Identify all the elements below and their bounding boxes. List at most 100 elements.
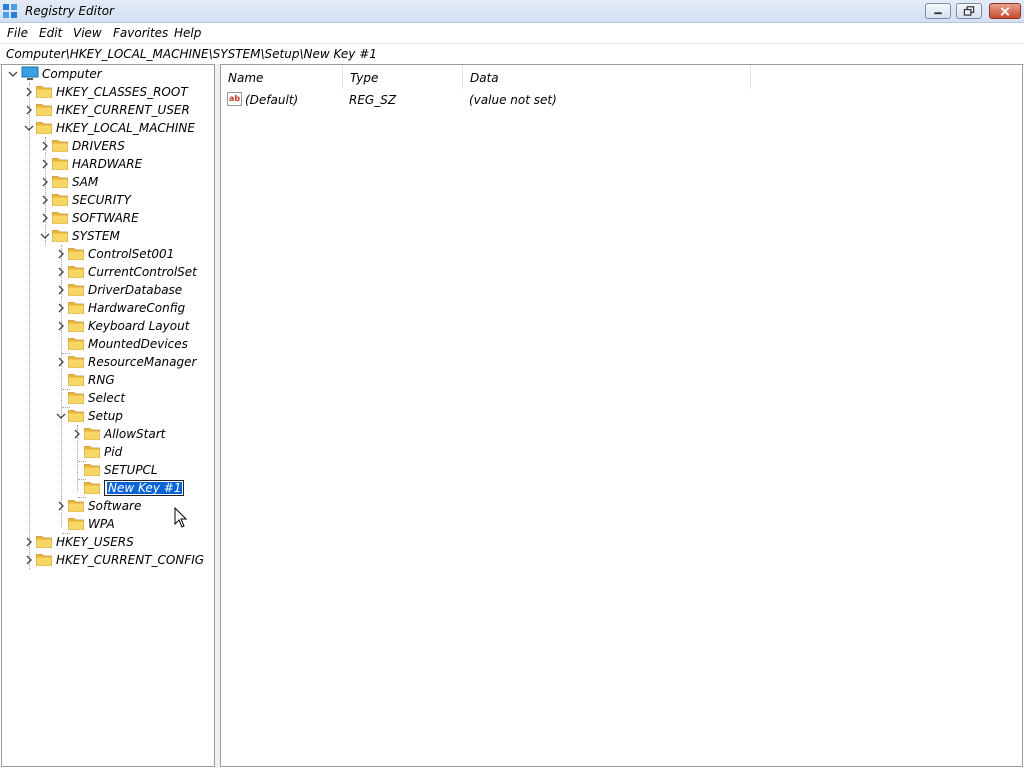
menu-view[interactable]: View: [73, 26, 102, 40]
tree-label: SAM: [72, 175, 99, 189]
chevron-right-icon[interactable]: [56, 303, 66, 313]
address-bar[interactable]: Computer\HKEY_LOCAL_MACHINE\SYSTEM\Setup…: [0, 43, 1024, 65]
tree-node-system[interactable]: SYSTEM: [2, 227, 214, 245]
tree-node-sam[interactable]: SAM: [2, 173, 214, 191]
chevron-right-icon[interactable]: [24, 105, 34, 115]
folder-icon: [84, 428, 100, 440]
key-tree[interactable]: Computer HKEY_CLASSES_ROOT HKEY_CURRENT_U…: [1, 64, 215, 767]
chevron-right-icon[interactable]: [40, 159, 50, 169]
tree-node-software[interactable]: SOFTWARE: [2, 209, 214, 227]
chevron-down-icon[interactable]: [56, 411, 66, 421]
chevron-right-icon[interactable]: [24, 537, 34, 547]
tree-node-rng[interactable]: RNG: [2, 371, 214, 389]
folder-icon: [52, 230, 68, 242]
column-header-name[interactable]: Name: [221, 65, 343, 89]
tree-label: SYSTEM: [72, 229, 120, 243]
tree-node-select[interactable]: Select: [2, 389, 214, 407]
tree-label: Keyboard Layout: [88, 319, 190, 333]
tree-node-hku[interactable]: HKEY_USERS: [2, 533, 214, 551]
chevron-right-icon[interactable]: [56, 285, 66, 295]
chevron-down-icon[interactable]: [24, 123, 34, 133]
menu-bar: File Edit View Favorites Help: [0, 23, 1024, 42]
column-header-type[interactable]: Type: [343, 65, 463, 89]
tree-label: WPA: [88, 517, 115, 531]
tree-node-setupcl[interactable]: SETUPCL: [2, 461, 214, 479]
folder-icon: [68, 248, 84, 260]
tree-label: HKEY_CLASSES_ROOT: [56, 85, 188, 99]
close-icon: [1000, 7, 1010, 16]
chevron-right-icon[interactable]: [56, 249, 66, 259]
chevron-right-icon[interactable]: [72, 429, 82, 439]
close-button[interactable]: [989, 3, 1021, 19]
tree-label: HARDWARE: [72, 157, 143, 171]
chevron-down-icon[interactable]: [8, 69, 18, 79]
menu-favorites[interactable]: Favorites: [113, 26, 168, 40]
tree-label: MountedDevices: [88, 337, 188, 351]
chevron-down-icon[interactable]: [40, 231, 50, 241]
tree-label: HardwareConfig: [88, 301, 186, 315]
chevron-right-icon[interactable]: [40, 195, 50, 205]
folder-icon: [68, 284, 84, 296]
tree-node-drivers[interactable]: DRIVERS: [2, 137, 214, 155]
chevron-right-icon[interactable]: [40, 141, 50, 151]
column-header-data[interactable]: Data: [463, 65, 751, 89]
chevron-right-icon[interactable]: [56, 357, 66, 367]
chevron-right-icon[interactable]: [40, 177, 50, 187]
tree-label: ResourceManager: [88, 355, 197, 369]
folder-icon: [68, 266, 84, 278]
chevron-right-icon[interactable]: [40, 213, 50, 223]
tree-label: SOFTWARE: [72, 211, 139, 225]
tree-node-computer[interactable]: Computer: [2, 65, 214, 83]
tree-node-driverdatabase[interactable]: DriverDatabase: [2, 281, 214, 299]
tree-node-currentcontrolset[interactable]: CurrentControlSet: [2, 263, 214, 281]
menu-file[interactable]: File: [7, 26, 28, 40]
tree-node-controlset001[interactable]: ControlSet001: [2, 245, 214, 263]
mouse-cursor-icon: [174, 507, 188, 528]
tree-node-keyboardlayout[interactable]: Keyboard Layout: [2, 317, 214, 335]
folder-icon: [68, 392, 84, 404]
tree-node-hardware[interactable]: HARDWARE: [2, 155, 214, 173]
restore-button[interactable]: [956, 3, 982, 19]
tree-label: Pid: [104, 445, 123, 459]
chevron-right-icon[interactable]: [56, 321, 66, 331]
chevron-right-icon[interactable]: [24, 555, 34, 565]
tree-label: SETUPCL: [104, 463, 158, 477]
chevron-right-icon[interactable]: [56, 501, 66, 511]
tree-node-hkcr[interactable]: HKEY_CLASSES_ROOT: [2, 83, 214, 101]
folder-icon: [84, 446, 100, 458]
tree-node-hkcu[interactable]: HKEY_CURRENT_USER: [2, 101, 214, 119]
folder-icon: [52, 176, 68, 188]
values-list[interactable]: Name Type Data ab (Default) REG_SZ (valu…: [220, 64, 1023, 767]
menu-edit[interactable]: Edit: [39, 26, 62, 40]
title-bar: Registry Editor: [0, 0, 1024, 23]
tree-node-security[interactable]: SECURITY: [2, 191, 214, 209]
folder-icon: [84, 482, 100, 494]
tree-node-mounteddevices[interactable]: MountedDevices: [2, 335, 214, 353]
chevron-right-icon[interactable]: [56, 267, 66, 277]
tree-node-setup[interactable]: Setup: [2, 407, 214, 425]
tree-node-resourcemanager[interactable]: ResourceManager: [2, 353, 214, 371]
tree-node-hkcc[interactable]: HKEY_CURRENT_CONFIG: [2, 551, 214, 569]
value-type: REG_SZ: [349, 93, 397, 107]
rename-input[interactable]: New Key #1: [104, 480, 184, 496]
tree-node-hardwareconfig[interactable]: HardwareConfig: [2, 299, 214, 317]
tree-label: HKEY_USERS: [56, 535, 134, 549]
tree-node-hklm[interactable]: HKEY_LOCAL_MACHINE: [2, 119, 214, 137]
value-data: (value not set): [469, 93, 557, 107]
folder-icon: [68, 320, 84, 332]
string-value-icon: ab: [227, 92, 242, 106]
folder-icon: [36, 104, 52, 116]
tree-node-pid[interactable]: Pid: [2, 443, 214, 461]
window-title: Registry Editor: [25, 4, 114, 18]
chevron-right-icon[interactable]: [24, 87, 34, 97]
menu-help[interactable]: Help: [174, 26, 201, 40]
tree-label: DRIVERS: [72, 139, 125, 153]
folder-icon: [52, 212, 68, 224]
tree-node-allowstart[interactable]: AllowStart: [2, 425, 214, 443]
tree-label: CurrentControlSet: [88, 265, 197, 279]
folder-icon: [36, 554, 52, 566]
tree-label: Setup: [88, 409, 123, 423]
minimize-button[interactable]: [925, 3, 951, 19]
tree-label: HKEY_LOCAL_MACHINE: [56, 121, 195, 135]
folder-icon: [68, 374, 84, 386]
